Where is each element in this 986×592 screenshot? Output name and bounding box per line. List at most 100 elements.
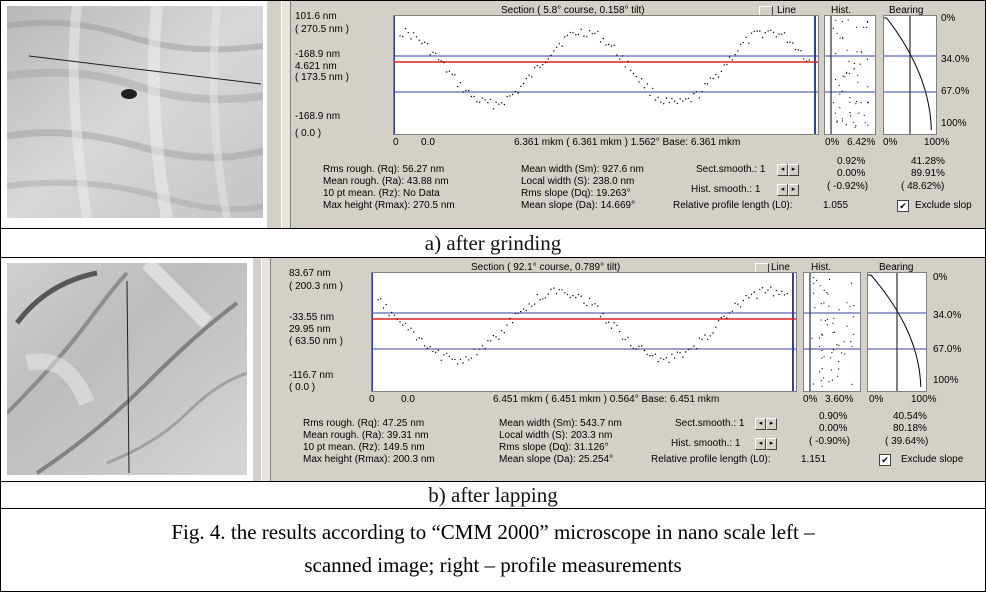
profile-plot-b[interactable] xyxy=(371,272,797,392)
profile-point xyxy=(531,76,533,78)
splitter-a[interactable] xyxy=(281,1,291,228)
bearing-plot-a[interactable] xyxy=(883,15,937,135)
profile-point xyxy=(726,63,728,66)
profile-point xyxy=(731,310,733,312)
profile-point xyxy=(470,357,473,359)
hist-point xyxy=(860,50,862,52)
histogram-plot-a[interactable] xyxy=(824,15,876,135)
profile-point xyxy=(737,303,739,305)
hist-point xyxy=(850,282,852,284)
hist-point xyxy=(835,53,837,55)
profile-point xyxy=(481,345,484,347)
profile-point xyxy=(382,307,385,309)
profile-point xyxy=(737,50,739,52)
profile-point xyxy=(583,35,585,37)
hist-point xyxy=(848,72,850,75)
profile-point xyxy=(608,321,610,323)
profile-point xyxy=(492,334,495,337)
profile-point xyxy=(756,30,758,32)
profile-point xyxy=(553,287,555,289)
profile-point xyxy=(498,338,500,340)
profile-point xyxy=(748,42,750,44)
profile-point xyxy=(388,314,390,317)
profile-point xyxy=(679,352,681,354)
profile-point xyxy=(800,50,802,52)
splitter-b[interactable] xyxy=(261,258,271,481)
sect-smooth-decrease-button[interactable]: ◂ xyxy=(755,418,766,430)
profile-point xyxy=(599,316,602,318)
profile-point xyxy=(520,85,522,88)
profile-point xyxy=(706,83,709,85)
profile-point xyxy=(679,98,681,100)
exclude-slope-checkbox[interactable]: ✔ xyxy=(897,200,909,212)
sect-smooth-decrease-button[interactable]: ◂ xyxy=(777,164,788,176)
hist-smooth-increase-button[interactable]: ▸ xyxy=(788,184,799,196)
hist-point xyxy=(828,305,830,307)
hist-point xyxy=(813,282,815,285)
sect-smooth-increase-button[interactable]: ▸ xyxy=(766,418,777,430)
sect-smooth-label: Sect.smooth.: 1 xyxy=(696,164,766,175)
profile-point xyxy=(682,356,684,358)
profile-point xyxy=(465,89,467,92)
profile-point xyxy=(525,309,527,312)
profile-window-a: 101.6 nm ( 270.5 nm ) -168.9 nm 4.621 nm… xyxy=(291,1,985,228)
profile-point xyxy=(407,329,409,331)
profile-point xyxy=(459,358,462,361)
bearing-plot-b[interactable] xyxy=(867,272,927,392)
bearing-curve xyxy=(884,17,932,131)
hist-scale-right: 6.42% xyxy=(847,137,876,148)
hist-smooth-decrease-button[interactable]: ◂ xyxy=(755,438,766,450)
profile-point xyxy=(531,305,533,307)
hist-point xyxy=(836,32,838,34)
profile-point xyxy=(440,359,442,361)
pct-b-2: ( 48.62%) xyxy=(901,181,945,192)
pct-a-0: 0.90% xyxy=(819,411,848,422)
pct-a-1: 0.00% xyxy=(837,168,866,179)
profile-point xyxy=(734,53,736,56)
hist-smooth-decrease-button[interactable]: ◂ xyxy=(777,184,788,196)
profile-point xyxy=(533,66,536,69)
profile-point xyxy=(597,305,599,307)
profile-point xyxy=(542,298,544,300)
profile-point xyxy=(586,36,588,38)
profile-point xyxy=(418,39,420,41)
profile-point xyxy=(594,303,596,305)
hist-point xyxy=(841,352,843,354)
profile-point xyxy=(781,290,783,293)
profile-point xyxy=(473,95,475,98)
profile-plot-a-svg xyxy=(393,16,818,134)
pct-a-2: ( -0.90%) xyxy=(809,436,851,447)
profile-point xyxy=(720,70,723,73)
profile-point xyxy=(808,59,810,61)
profile-plot-a[interactable] xyxy=(393,15,819,135)
profile-point xyxy=(588,297,591,300)
profile-point xyxy=(558,289,560,291)
profile-point xyxy=(717,320,720,322)
profile-point xyxy=(421,42,423,45)
hist-point xyxy=(836,343,838,346)
sect-smooth-increase-button[interactable]: ▸ xyxy=(788,164,799,176)
profile-point xyxy=(748,297,750,299)
profile-point xyxy=(577,293,580,296)
profile-point xyxy=(503,332,505,334)
profile-point xyxy=(643,349,646,352)
y-top-label: 101.6 nm xyxy=(295,11,337,22)
hist-point xyxy=(838,344,840,346)
profile-point xyxy=(624,338,626,341)
hist-point xyxy=(841,21,843,23)
profile-point xyxy=(443,61,445,64)
hist-point xyxy=(845,72,848,74)
exclude-slope-checkbox[interactable]: ✔ xyxy=(879,454,891,466)
hist-point xyxy=(867,86,869,88)
profile-point xyxy=(698,337,701,339)
profile-point xyxy=(577,33,580,36)
bearing-plot-a-svg xyxy=(884,16,936,134)
hist-smooth-increase-button[interactable]: ▸ xyxy=(766,438,777,450)
hist-point xyxy=(826,324,828,326)
hist-point xyxy=(835,78,837,81)
histogram-plot-b[interactable] xyxy=(803,272,861,392)
profile-point xyxy=(561,289,563,291)
profile-point xyxy=(608,43,610,46)
profile-point xyxy=(473,348,475,350)
profile-point xyxy=(641,345,643,347)
